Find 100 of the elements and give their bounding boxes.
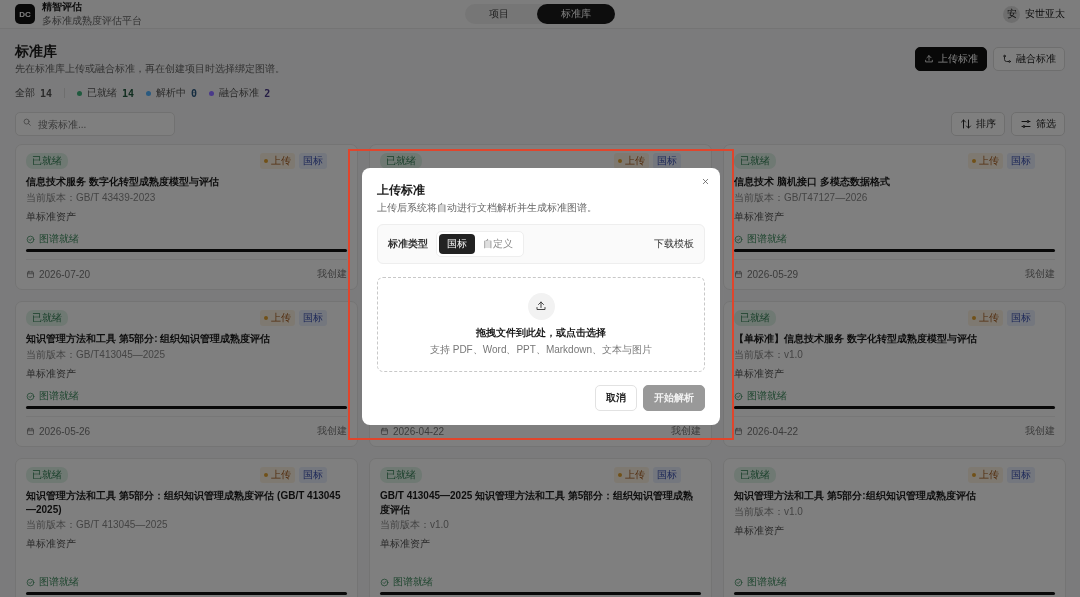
type-label: 标准类型 <box>388 237 428 251</box>
drop-zone[interactable]: 拖拽文件到此处，或点击选择 支持 PDF、Word、PPT、Markdown、文本与图片 <box>377 277 705 372</box>
asset-type: 单标准资产 <box>734 209 785 224</box>
nav-tab[interactable]: 项目 <box>465 4 533 24</box>
status-badge: 已就绪 <box>26 309 68 326</box>
user-name: 安世亚太 <box>1025 7 1065 21</box>
tag: 国标 <box>299 466 327 483</box>
page-title: 标准库 <box>15 43 58 61</box>
card-date: 2026-05-26 <box>39 425 91 437</box>
tag: 上传 <box>614 152 649 169</box>
stat-count: 2 <box>264 87 271 99</box>
check-circle-icon <box>380 577 389 587</box>
app-name: 精智评估 <box>42 0 83 14</box>
status-badge: 已就绪 <box>26 466 68 483</box>
calendar-icon <box>26 269 35 279</box>
card-date: 2026-04-22 <box>393 425 445 437</box>
search-field[interactable]: 搜索标准... <box>15 112 175 136</box>
card-title: GB/T 413045—2025 知识管理方法和工具 第5部分：组织知识管理成熟度评估 <box>380 489 695 516</box>
status-badge: 已就绪 <box>380 466 422 483</box>
card-title: 【单标准】信息技术服务 数字化转型成熟度模型与评估 <box>734 332 978 346</box>
asset-type: 单标准资产 <box>26 209 77 224</box>
type-option[interactable]: 自定义 <box>475 234 521 254</box>
stat-label: 全部 <box>15 86 35 100</box>
card-date: 2026-05-29 <box>747 268 799 280</box>
app-subtitle: 多标准成熟度评估平台 <box>42 14 142 28</box>
status-badge: 已就绪 <box>26 152 68 169</box>
merge-icon <box>1002 54 1012 64</box>
stat-count: 14 <box>122 87 135 99</box>
stat-count: 0 <box>191 87 198 99</box>
user-avatar[interactable]: 安 <box>1003 5 1020 23</box>
card-date: 2026-04-22 <box>747 425 799 437</box>
tag: 上传 <box>260 309 295 326</box>
graph-status: 图谱就绪 <box>39 389 79 403</box>
check-circle-icon <box>734 234 743 244</box>
graph-status: 图谱就绪 <box>747 232 787 246</box>
graph-status: 图谱就绪 <box>39 232 79 246</box>
drop-hint: 支持 PDF、Word、PPT、Markdown、文本与图片 <box>429 342 653 357</box>
graph-status: 图谱就绪 <box>747 575 787 589</box>
sort-icon <box>960 118 972 130</box>
tag: 上传 <box>260 466 295 483</box>
status-badge: 已就绪 <box>734 309 776 326</box>
asset-type: 单标准资产 <box>26 366 77 381</box>
check-circle-icon <box>26 577 35 587</box>
tag: 国标 <box>1007 309 1035 326</box>
download-template-link[interactable]: 下载模板 <box>654 237 694 251</box>
close-icon <box>701 177 710 186</box>
tag: 国标 <box>299 309 327 326</box>
tag: 上传 <box>968 152 1003 169</box>
stat-label: 解析中 <box>156 86 187 100</box>
card-title: 知识管理方法和工具 第5部分:组织知识管理成熟度评估 <box>734 489 977 503</box>
card-title: 知识管理方法和工具 第5部分: 组织知识管理成熟度评估 <box>26 332 272 346</box>
card-title: 知识管理方法和工具 第5部分：组织知识管理成熟度评估 (GB/T 413045—2025) <box>26 489 342 516</box>
tag: 国标 <box>653 152 681 169</box>
tag: 上传 <box>260 152 295 169</box>
check-circle-icon <box>26 391 35 401</box>
tag: 国标 <box>653 466 681 483</box>
tag: 上传 <box>968 309 1003 326</box>
stat-count: 14 <box>40 87 53 99</box>
calendar-icon <box>734 426 743 436</box>
stat-label: 已就绪 <box>87 86 118 100</box>
graph-status: 图谱就绪 <box>393 575 433 589</box>
close-button[interactable] <box>701 177 710 186</box>
check-circle-icon <box>26 234 35 244</box>
card-date: 2026-07-20 <box>39 268 91 280</box>
asset-type: 单标准资产 <box>380 537 431 551</box>
app-logo: DC <box>15 4 35 24</box>
calendar-icon <box>26 426 35 436</box>
calendar-icon <box>734 269 743 279</box>
upload-icon <box>527 292 555 320</box>
tag: 国标 <box>299 152 327 169</box>
stat-label: 融合标准 <box>219 86 260 100</box>
sort-button[interactable]: 排序 <box>951 112 1005 136</box>
status-badge: 已就绪 <box>734 466 776 483</box>
status-badge: 已就绪 <box>380 152 422 169</box>
tag: 上传 <box>614 466 649 483</box>
tag: 国标 <box>1007 152 1035 169</box>
search-icon <box>22 117 32 127</box>
nav-tab[interactable]: 标准库 <box>537 4 615 24</box>
merge-button[interactable]: 融合标准 <box>993 47 1065 71</box>
upload-button[interactable]: 上传标准 <box>915 47 987 71</box>
type-option[interactable]: 国标 <box>439 234 475 254</box>
card-title: 信息技术 脑机接口 多模态数据格式 <box>734 175 891 189</box>
tag: 国标 <box>1007 466 1035 483</box>
tag: 上传 <box>968 466 1003 483</box>
asset-type: 单标准资产 <box>734 366 785 381</box>
asset-type: 单标准资产 <box>734 523 785 538</box>
cancel-button[interactable]: 取消 <box>595 385 637 411</box>
calendar-icon <box>380 426 389 436</box>
drop-title: 拖拽文件到此处，或点击选择 <box>476 325 606 340</box>
graph-status: 图谱就绪 <box>39 575 79 589</box>
filter-button[interactable]: 筛选 <box>1011 112 1065 136</box>
check-circle-icon <box>734 391 743 401</box>
dialog-subtitle: 上传后系统将自动进行文档解析并生成标准图谱。 <box>377 201 598 215</box>
check-circle-icon <box>734 577 743 587</box>
dialog-title: 上传标准 <box>377 182 426 199</box>
upload-icon <box>924 54 934 64</box>
graph-status: 图谱就绪 <box>747 389 787 403</box>
asset-type: 单标准资产 <box>26 537 77 551</box>
status-badge: 已就绪 <box>734 152 776 169</box>
filter-icon <box>1020 118 1032 130</box>
